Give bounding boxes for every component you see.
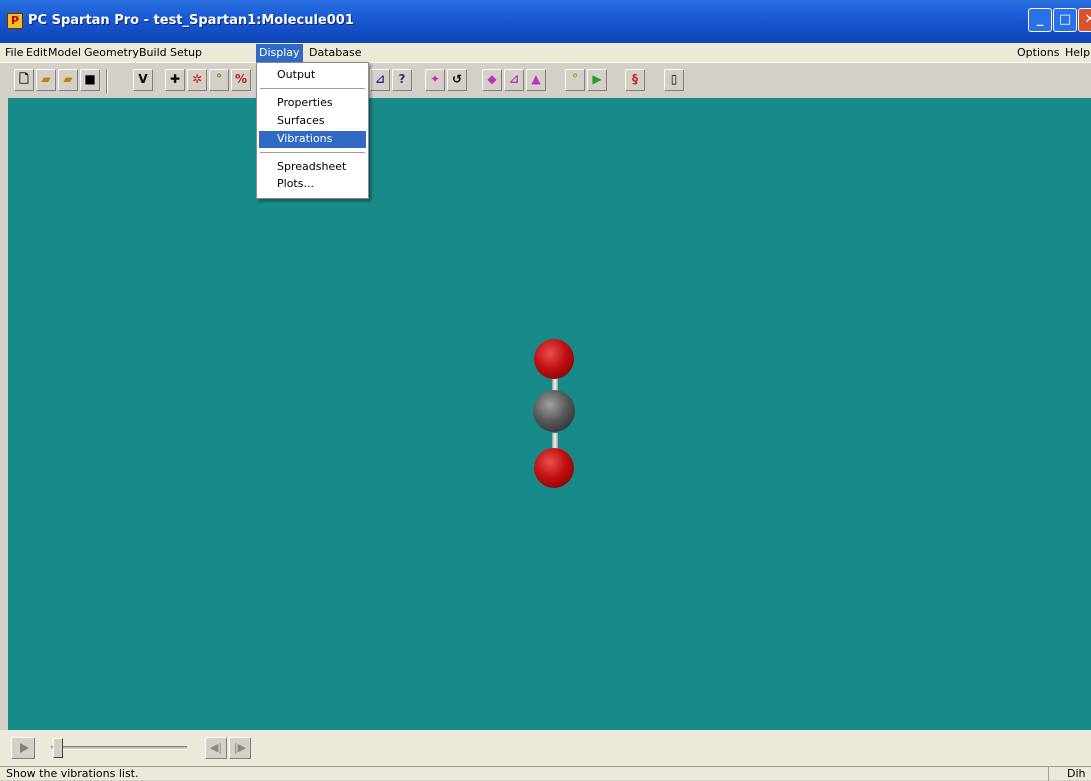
add-fragment-button[interactable]: ✚ (165, 69, 185, 91)
step-back-button[interactable]: ◀| (205, 737, 227, 759)
symmetry-button[interactable]: ◆ (482, 69, 502, 91)
minimize-icon: _ (1036, 12, 1044, 27)
close-icon: ✕ (1084, 12, 1091, 27)
center-button[interactable]: ✦ (425, 69, 445, 91)
new-file-button[interactable]: 🗋 (14, 69, 34, 91)
molecule-viewport[interactable] (8, 98, 1091, 730)
display-menu-dropdown: Output Properties Surfaces Vibrations Sp… (256, 62, 369, 199)
status-bar: Show the vibrations list. Dih (0, 766, 1091, 781)
conformer-button[interactable]: § (625, 69, 645, 91)
menu-item-surfaces[interactable]: Surfaces (259, 113, 366, 130)
title-bar: P PC Spartan Pro - test_Spartan1:Molecul… (0, 0, 1091, 43)
oxygen-atom-bottom[interactable] (534, 448, 574, 488)
make-bond-icon: ° (216, 72, 222, 86)
frame-slider-track[interactable] (51, 746, 187, 750)
menu-build[interactable]: Build (139, 45, 167, 61)
view-icon: V (138, 72, 148, 86)
cylinder-icon: ▯ (670, 72, 678, 86)
menu-setup[interactable]: Setup (170, 45, 202, 61)
new-file-icon: 🗋 (19, 72, 29, 86)
menu-display[interactable]: Display (256, 44, 303, 62)
menu-item-properties[interactable]: Properties (259, 95, 366, 112)
play-button[interactable] (11, 737, 35, 759)
break-bond-icon: % (234, 72, 248, 86)
freeze-icon: ⊿ (508, 72, 520, 86)
view-button[interactable]: V (133, 69, 153, 91)
make-bond-button[interactable]: ° (209, 69, 229, 91)
close-button[interactable]: ✕ (1078, 8, 1091, 32)
frame-slider-thumb[interactable] (53, 738, 63, 758)
conformer-icon: § (632, 72, 638, 86)
menu-item-spreadsheet[interactable]: Spreadsheet (259, 159, 366, 176)
center-icon: ✦ (429, 72, 441, 86)
menu-help[interactable]: Help (1065, 45, 1090, 61)
menu-file[interactable]: File (5, 45, 23, 61)
delete-button[interactable]: ✲ (187, 69, 207, 91)
query-button[interactable]: ? (392, 69, 412, 91)
toolbar-separator (106, 69, 108, 93)
menu-model[interactable]: Model (48, 45, 81, 61)
open-file-button[interactable]: ▰ (36, 69, 56, 91)
save-icon: ■ (84, 72, 96, 86)
open-folder-button[interactable]: ▰ (58, 69, 78, 91)
window-title: PC Spartan Pro - test_Spartan1:Molecule0… (28, 13, 354, 28)
menu-geometry[interactable]: Geometry (84, 45, 139, 61)
status-message: Show the vibrations list. (6, 767, 139, 780)
minimize-button[interactable]: _ (1028, 8, 1052, 32)
rotate-icon: ↺ (451, 72, 463, 86)
open-file-icon: ▰ (41, 72, 51, 86)
maximize-button[interactable]: □ (1053, 8, 1077, 32)
transition-state-button[interactable]: ▶ (587, 69, 607, 91)
carbon-atom[interactable] (533, 390, 575, 432)
measure-angle-button[interactable]: ⊿ (370, 69, 390, 91)
maximize-icon: □ (1058, 12, 1072, 27)
toolbar: 🗋 ▰ ▰ ■ V ✚ ✲ ° % ⊿ ? ✦ ↺ ◆ ⊿ ▲ ° ▶ § ▯ (0, 62, 1091, 98)
set-torsion-icon: ▲ (531, 72, 541, 86)
cylinder-button[interactable]: ▯ (664, 69, 684, 91)
menu-options[interactable]: Options (1017, 45, 1059, 61)
symmetry-icon: ◆ (487, 72, 497, 86)
step-forward-icon: |▶ (233, 741, 247, 754)
chain-icon: ° (572, 72, 578, 86)
add-fragment-icon: ✚ (169, 72, 181, 86)
menu-bar: File Edit Model Geometry Build Setup Dis… (0, 43, 1091, 62)
menu-separator (260, 152, 365, 153)
menu-edit[interactable]: Edit (26, 45, 47, 61)
animation-bar: ◀| |▶ (0, 730, 1091, 766)
freeze-button[interactable]: ⊿ (504, 69, 524, 91)
menu-item-vibrations[interactable]: Vibrations (259, 131, 366, 148)
break-bond-button[interactable]: % (231, 69, 251, 91)
oxygen-atom-top[interactable] (534, 339, 574, 379)
chain-button[interactable]: ° (565, 69, 585, 91)
measure-angle-icon: ⊿ (374, 72, 386, 86)
menu-separator (260, 88, 365, 89)
point-group-indicator: Dih (1048, 767, 1091, 781)
menu-item-output[interactable]: Output (259, 67, 366, 84)
step-back-icon: ◀| (209, 741, 223, 754)
menu-database[interactable]: Database (309, 45, 362, 61)
rotate-button[interactable]: ↺ (447, 69, 467, 91)
query-icon: ? (398, 72, 406, 86)
set-torsion-button[interactable]: ▲ (526, 69, 546, 91)
save-button[interactable]: ■ (80, 69, 100, 91)
spartan-logo-icon[interactable]: P (7, 13, 23, 29)
open-folder-icon: ▰ (63, 72, 73, 86)
delete-icon: ✲ (191, 72, 203, 86)
transition-state-icon: ▶ (592, 72, 602, 86)
menu-item-plots[interactable]: Plots... (259, 176, 366, 193)
step-forward-button[interactable]: |▶ (229, 737, 251, 759)
